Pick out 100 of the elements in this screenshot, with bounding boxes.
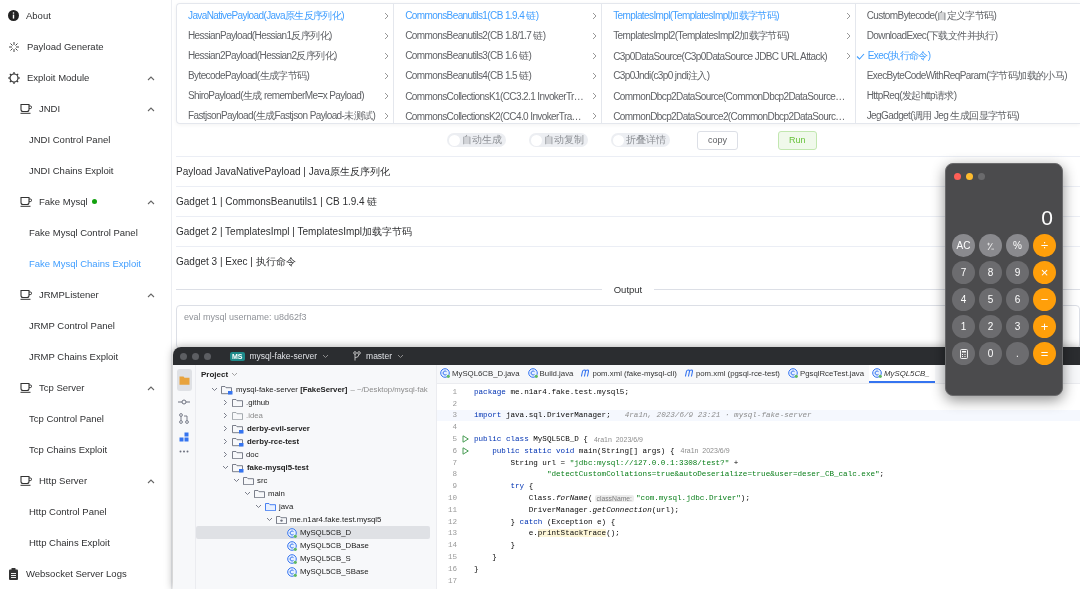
menu-label: JNDI — [39, 103, 61, 114]
cascader-option[interactable]: CustomBytecode(自定义字节码) — [855, 6, 1080, 26]
cascader-option[interactable]: DownloadExec(下载文件并执行) — [855, 26, 1080, 46]
module-folder-icon — [232, 423, 244, 434]
folder-icon — [243, 476, 254, 485]
menu-group[interactable]: Exploit Module — [0, 62, 171, 93]
menu-item[interactable]: JRMP Chains Exploit — [0, 341, 171, 372]
detail-line: Gadget 2 | TemplatesImpl | TemplatesImpl加载字节码 — [176, 224, 413, 239]
section-title: Output — [613, 284, 643, 295]
submenu-group[interactable]: Http Server — [0, 465, 171, 496]
branch-name[interactable]: master — [366, 351, 393, 361]
cup-icon — [20, 196, 32, 207]
menu-item[interactable]: Http Chains Exploit — [0, 527, 171, 558]
calculator-mode-button[interactable] — [952, 342, 975, 365]
check-icon — [855, 52, 865, 60]
submenu-group[interactable]: Tcp Server — [0, 372, 171, 403]
menu-label: Http Server — [39, 475, 88, 486]
cascader-option[interactable]: Hessian2Payload(Hessian2反序列化) — [177, 46, 394, 66]
commit-icon — [178, 399, 190, 405]
cascader-option[interactable]: BytecodePayload(生成字节码) — [177, 66, 394, 86]
cascader-option[interactable]: CommonDbcp2DataSource2(CommonDbcp2DataSourc… — [602, 106, 855, 123]
detail-line: Gadget 1 | CommonsBeanutils1 | CB 1.9.4 链 — [176, 194, 378, 209]
panel-title[interactable]: Project — [201, 369, 229, 379]
menu-item[interactable]: JNDI Control Panel — [0, 124, 171, 155]
folder-icon — [232, 411, 243, 420]
cascader-option[interactable]: ShiroPayload(生成 rememberMe=x Payload) — [177, 86, 394, 106]
menu-item[interactable]: Http Control Panel — [0, 496, 171, 527]
chevron-icon — [231, 371, 239, 377]
menu-label: Exploit Module — [27, 72, 90, 83]
cascader-option[interactable]: CommonsBeanutils4(CB 1.5 链) — [394, 66, 602, 86]
cascader-option[interactable]: HessianPayload(Hessian1反序列化) — [177, 26, 394, 46]
cascader-option[interactable]: CommonsCollectionsK2(CC4.0 InvokerTra… — [394, 106, 602, 123]
cascader-option[interactable]: CommonsBeanutils3(CB 1.6 链) — [394, 46, 602, 66]
cascader-option[interactable]: C3p0Jndi(c3p0 jndi注入) — [602, 66, 855, 86]
project-name[interactable]: mysql-fake-server — [249, 351, 318, 361]
cascader-option[interactable]: ExecByteCodeWithReqParam(字节码加载的小马) — [855, 66, 1080, 86]
branch-icon — [353, 351, 362, 361]
folder-icon — [254, 489, 265, 498]
submenu-group[interactable]: JNDI — [0, 93, 171, 124]
cascader-option[interactable]: CommonsBeanutils2(CB 1.8/1.7 链) — [394, 26, 602, 46]
folder-icon — [232, 450, 243, 459]
menu-item[interactable]: JRMP Control Panel — [0, 310, 171, 341]
cup-icon — [20, 289, 32, 300]
calculator-key[interactable]: 4 — [952, 288, 975, 311]
calculator-key[interactable]: . — [1006, 342, 1029, 365]
menu-item[interactable]: Fake Mysql Control Panel — [0, 217, 171, 248]
class-icon — [287, 527, 297, 538]
calculator-key[interactable]: 5 — [979, 288, 1002, 311]
chevron-icon — [322, 353, 330, 359]
folder-icon — [265, 502, 276, 511]
more-icon — [179, 450, 189, 453]
menu-item[interactable]: JNDI Chains Exploit — [0, 155, 171, 186]
submenu-group[interactable]: JRMPListener — [0, 279, 171, 310]
cup-icon — [20, 103, 32, 114]
menu-item[interactable]: Tcp Control Panel — [0, 403, 171, 434]
calculator-key[interactable]: 2 — [979, 315, 1002, 338]
calculator-icon — [959, 348, 968, 359]
cascader-option[interactable]: HttpReq(发起http请求) — [855, 86, 1080, 106]
calculator-key[interactable]: 6 — [1006, 288, 1029, 311]
calculator-key[interactable]: 3 — [1006, 315, 1029, 338]
menu-item[interactable]: About — [0, 0, 171, 31]
menu-label: About — [26, 10, 51, 21]
cascader-option[interactable]: CommonsCollectionsK1(CC3.2.1 InvokerTr… — [394, 86, 602, 106]
submenu-group[interactable]: Fake Mysql — [0, 186, 171, 217]
module-folder-icon — [221, 384, 233, 395]
action-button[interactable]: copy — [697, 130, 738, 150]
folder-icon — [232, 398, 243, 407]
package-icon — [276, 515, 287, 524]
sparkle-icon — [8, 40, 20, 53]
calculator-display: 0 — [1041, 206, 1053, 230]
detail-line: Gadget 3 | Exec | 执行命令 — [176, 254, 296, 269]
cascader-option[interactable]: JegGadget(调用 Jeg 生成回显字节码) — [855, 106, 1080, 123]
cascader-option[interactable]: FastjsonPayload(生成Fastjson Payload-未测试) — [177, 106, 394, 123]
calculator-key[interactable]: 9 — [1006, 261, 1029, 284]
calculator-key[interactable]: 7 — [952, 261, 975, 284]
menu-label: JRMPListener — [39, 289, 99, 300]
calculator-key[interactable]: 1 — [952, 315, 975, 338]
calculator-key[interactable]: 8 — [979, 261, 1002, 284]
maven-icon — [684, 369, 694, 377]
menu-label: Fake Mysql — [39, 196, 88, 207]
menu-item[interactable]: Tcp Chains Exploit — [0, 434, 171, 465]
calculator-key[interactable]: 0 — [979, 342, 1002, 365]
maven-icon — [581, 369, 591, 377]
pull-request-icon — [179, 413, 189, 424]
menu-item[interactable]: Payload Generate — [0, 31, 171, 62]
cup-icon — [20, 475, 32, 486]
detail-line: Payload JavaNativePayload | Java原生反序列化 — [176, 164, 390, 179]
chip-icon — [8, 71, 20, 84]
menu-item[interactable]: Websocket Server Logs — [0, 558, 171, 589]
class-icon — [527, 368, 538, 378]
folder-icon — [178, 376, 190, 385]
cascader-option[interactable]: TemplatesImpl2(TemplatesImpl2加载字节码) — [602, 26, 855, 46]
menu-label: Tcp Server — [39, 382, 85, 393]
cascader-option[interactable]: C3p0DataSource(C3p0DataSource JDBC URL Attack) — [602, 46, 855, 66]
structure-icon — [179, 432, 189, 442]
menu-label: Payload Generate — [27, 41, 104, 52]
class-icon — [287, 553, 297, 564]
cascader-option[interactable]: CommonDbcp2DataSource(CommonDbcp2DataSource… — [602, 86, 855, 106]
class-icon — [787, 368, 798, 378]
menu-label: Websocket Server Logs — [26, 568, 127, 579]
